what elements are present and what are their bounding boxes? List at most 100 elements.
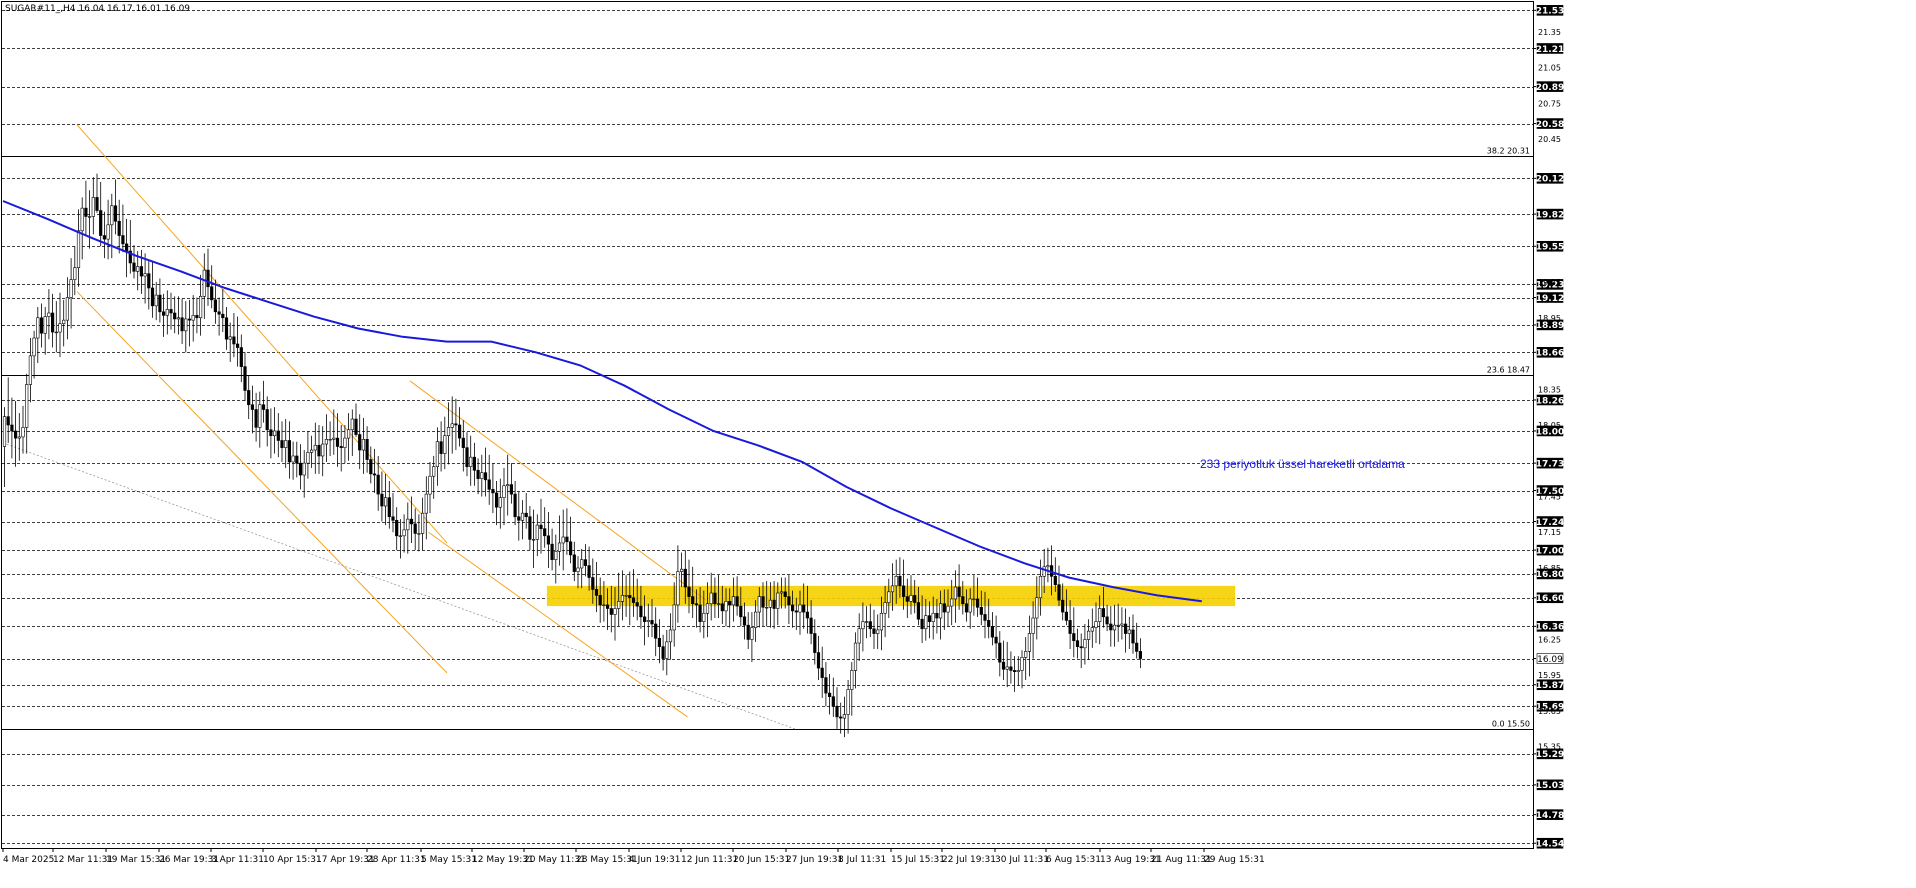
y-tick-label: 18.26 xyxy=(1536,396,1564,406)
candle-body xyxy=(254,409,258,428)
candle-body xyxy=(1127,629,1131,634)
candle-body xyxy=(1038,576,1043,599)
candle-body xyxy=(776,592,780,609)
candle-body xyxy=(243,366,247,391)
candle-body xyxy=(487,479,491,490)
candle-body xyxy=(236,343,240,348)
candle-body xyxy=(787,596,791,606)
candle-body xyxy=(28,355,33,385)
candle-body xyxy=(324,438,329,445)
candle-body xyxy=(483,472,488,481)
candle-body xyxy=(1094,621,1098,628)
candle-body xyxy=(753,611,758,628)
y-plain-label: 16.85 xyxy=(1538,564,1561,573)
candle-body xyxy=(420,512,425,534)
candle-body xyxy=(890,585,895,593)
candle-body xyxy=(672,604,676,631)
candle-body xyxy=(443,435,447,454)
candle-body xyxy=(150,287,155,307)
candle-body xyxy=(742,616,747,626)
candle-body xyxy=(679,568,684,572)
candle-body xyxy=(62,319,66,325)
candle-body xyxy=(276,430,280,441)
candle-body xyxy=(428,475,432,495)
candle-body xyxy=(809,617,813,634)
candle-body xyxy=(424,493,428,514)
candle-body xyxy=(280,440,284,448)
candle-body xyxy=(950,598,954,607)
candle-body xyxy=(187,318,192,321)
candle-body xyxy=(17,436,21,439)
candle-body xyxy=(461,437,465,448)
candle-body xyxy=(983,614,987,621)
candle-body xyxy=(291,455,295,463)
candle-body xyxy=(839,716,843,719)
candle-body xyxy=(683,568,687,588)
candle-body xyxy=(657,637,661,647)
candle-body xyxy=(609,608,613,615)
candle-body xyxy=(306,452,310,464)
x-tick-label: 19 Mar 15:31 xyxy=(106,855,166,865)
candle-body xyxy=(576,567,580,572)
chart-title: SUGAR#11_,H4 16.04 16.17 16.01 16.09 xyxy=(5,4,190,14)
candle-body xyxy=(106,224,110,240)
candle-body xyxy=(14,430,18,439)
candle-body xyxy=(450,423,454,428)
candle-body xyxy=(524,512,528,518)
candle-body xyxy=(1061,599,1065,613)
candle-body xyxy=(650,620,654,625)
candle-body xyxy=(1101,608,1105,618)
candle-body xyxy=(295,455,299,464)
candle-body xyxy=(1087,630,1091,640)
candle-body xyxy=(761,596,765,608)
candle-body xyxy=(1116,624,1120,627)
candle-body xyxy=(842,714,846,719)
candle-body xyxy=(335,437,340,447)
x-tick-label: 4 Jun 19:31 xyxy=(629,855,680,865)
candle-body xyxy=(272,430,277,437)
candle-body xyxy=(191,315,195,321)
candle-body xyxy=(739,605,743,618)
candle-body xyxy=(646,620,650,622)
candle-body xyxy=(76,230,81,269)
candle-body xyxy=(365,438,369,460)
candle-body xyxy=(1109,623,1113,631)
candle-body xyxy=(894,576,898,587)
candle-body xyxy=(284,440,288,448)
candle-body xyxy=(602,604,606,607)
candle-body xyxy=(617,601,621,609)
candle-body xyxy=(557,542,562,552)
candle-body xyxy=(898,576,902,587)
candle-body xyxy=(594,589,599,596)
candle-body xyxy=(731,596,735,606)
candle-body xyxy=(642,616,647,622)
y-tick-label: 19.12 xyxy=(1536,294,1564,304)
candle-body xyxy=(946,605,950,613)
candle-body xyxy=(1068,620,1072,634)
y-plain-label: 17.45 xyxy=(1538,492,1561,501)
candle-body xyxy=(221,313,225,319)
x-tick-label: 12 Jun 11:31 xyxy=(681,855,738,865)
candle-body xyxy=(1057,584,1061,601)
candle-body xyxy=(583,559,587,566)
y-tick-label: 21.53 xyxy=(1536,7,1564,17)
candle-body xyxy=(328,438,332,441)
price-chart: 38.2 20.31 23.6 18.47 0.0 15.50 21.53 21.21… xyxy=(0,0,1916,888)
candle-body xyxy=(354,418,358,435)
candle-body xyxy=(987,620,991,627)
candle-body xyxy=(73,267,77,280)
candle-body xyxy=(1012,670,1017,672)
x-tick-label: 15 Jul 15:31 xyxy=(891,855,945,865)
candle-body xyxy=(554,551,558,560)
ema-annotation: 233 periyotluk üssel hareketli ortalama xyxy=(1200,457,1405,471)
candle-body xyxy=(195,315,199,319)
candle-body xyxy=(901,585,906,597)
candle-body xyxy=(84,207,88,217)
fib-label: 0.0 15.50 xyxy=(1492,720,1530,729)
candle-body xyxy=(861,621,865,630)
candle-body xyxy=(853,642,858,671)
candle-body xyxy=(121,235,125,245)
candle-body xyxy=(665,641,669,659)
candle-body xyxy=(39,317,44,334)
x-tick-label: 30 Jul 11:31 xyxy=(995,855,1049,865)
